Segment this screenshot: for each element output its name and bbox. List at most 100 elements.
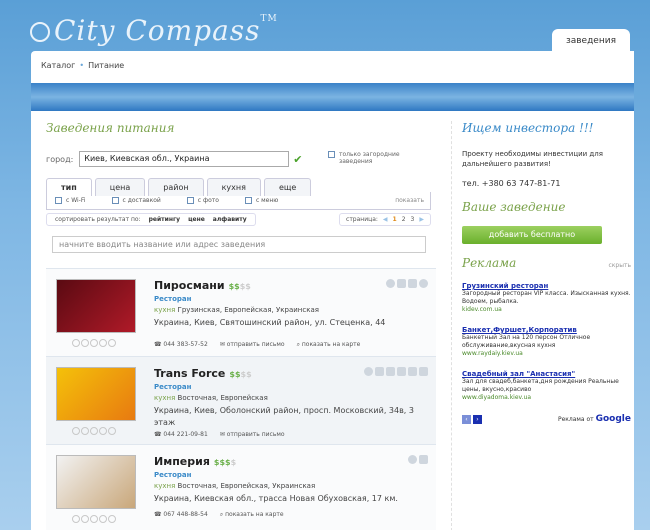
filter-wifi-checkbox[interactable] (55, 197, 62, 204)
menu-icon (419, 455, 428, 464)
only-country-option[interactable]: только загородние заведения (328, 151, 428, 165)
restaurant-name[interactable]: Пиросмани $$$$ (154, 279, 251, 292)
page-2[interactable]: 2 (402, 216, 406, 223)
ads-title: Реклама (462, 256, 517, 270)
logo[interactable]: City CompassTM (30, 14, 278, 47)
info-icon (408, 455, 417, 464)
restaurant-category: Ресторан (154, 471, 192, 479)
restaurant-address: Украина, Киевская обл., трасса Новая Обу… (154, 494, 398, 503)
checkmark-icon: ✔ (293, 152, 303, 166)
filter-photo-label: с фото (197, 197, 219, 204)
restaurant-cuisine: кухня Восточная, Европейская (154, 394, 268, 402)
sort-box: сортировать результат по: рейтингу цене … (46, 213, 256, 226)
next-page-icon[interactable]: ▶ (419, 216, 424, 223)
city-input[interactable]: Киев, Киевская обл., Украина (79, 151, 290, 167)
sort-by-rating[interactable]: рейтингу (149, 216, 180, 223)
show-on-map-link[interactable]: ⌕ показать на карте (297, 341, 361, 349)
add-free-button[interactable]: добавить бесплатно (462, 226, 602, 244)
filter-photo-checkbox[interactable] (186, 197, 194, 204)
ads-by-google[interactable]: Реклама от Google (558, 414, 631, 424)
rating-stars[interactable] (72, 515, 116, 523)
ad-item[interactable]: Банкет,Фуршет,Корпоратив Банкетный Зал на… (462, 326, 631, 358)
filter-photo[interactable]: с фото (186, 197, 219, 204)
restaurant-address: Украина, Киев, Оболонский район, просп. … (154, 406, 414, 427)
filter-delivery-checkbox[interactable] (111, 197, 119, 204)
filter-menu-label: с меню (255, 197, 279, 204)
filter-menu-checkbox[interactable] (244, 197, 252, 204)
phone-number: ☎ 067 448-88-54 (154, 511, 208, 518)
page-1[interactable]: 1 (393, 216, 397, 223)
phone-number: ☎ 044 383-57-52 (154, 341, 208, 348)
breadcrumb-catalog[interactable]: Каталог (41, 61, 75, 70)
page-title: Заведения питания (46, 121, 175, 135)
pagination: страница: ◀ 1 2 3 ▶ (339, 213, 431, 226)
sort-label: сортировать результат по: (55, 216, 141, 223)
ads-next-icon[interactable]: › (473, 414, 482, 424)
logo-icon (30, 22, 50, 42)
sort-by-alphabet[interactable]: алфавиту (213, 216, 247, 223)
listings: Пиросмани $$$$ Ресторан кухня Грузинская,… (46, 268, 436, 530)
restaurant-photo[interactable] (56, 455, 136, 509)
send-letter-link[interactable]: ✉ отправить письмо (220, 431, 285, 438)
page-3[interactable]: 3 (411, 216, 415, 223)
only-country-label: только загородние заведения (339, 151, 400, 165)
price-level: $$$$ (229, 370, 252, 379)
restaurant-name[interactable]: Trans Force $$$$ (154, 367, 252, 380)
breadcrumb: Каталог • Питание (41, 61, 124, 70)
restaurant-cuisine: кухня Грузинская, Европейская, Украинска… (154, 306, 319, 314)
only-country-checkbox[interactable] (328, 151, 335, 158)
page-label: страница: (346, 216, 378, 223)
contacts-row: ☎ 044 221-09-81 ✉ отправить письмо (154, 431, 285, 438)
restaurant-category: Ресторан (154, 295, 192, 303)
show-on-map-link[interactable]: ⌕ показать на карте (220, 511, 284, 519)
feature-icons (364, 367, 428, 376)
breadcrumb-separator: • (79, 61, 85, 70)
rating-stars[interactable] (72, 427, 116, 435)
photo-icon (408, 279, 417, 288)
price-level: $$$$ (228, 282, 251, 291)
list-item: Пиросмани $$$$ Ресторан кухня Грузинская,… (46, 268, 436, 356)
filter-wifi[interactable]: с Wi-Fi (55, 197, 86, 204)
investor-title: Ищем инвестора !!! (462, 121, 594, 135)
menu-icon (397, 279, 406, 288)
rating-stars[interactable] (72, 339, 116, 347)
restaurant-photo[interactable] (56, 367, 136, 421)
filter-menu[interactable]: с меню (244, 197, 279, 204)
investor-text: Проекту необходимы инвестиции для дальне… (462, 150, 603, 168)
delivery-icon (419, 279, 428, 288)
ads-hide-link[interactable]: скрыть (609, 262, 632, 269)
breadcrumb-food[interactable]: Питание (88, 61, 124, 70)
prev-page-icon[interactable]: ◀ (383, 216, 388, 223)
top-tab-establishments[interactable]: заведения (551, 29, 630, 53)
restaurant-name[interactable]: Империя $$$$ (154, 455, 236, 468)
city-label: город: (46, 154, 74, 164)
ad-item[interactable]: Свадебный зал "Анастасия" Зал для свадеб,… (462, 370, 631, 402)
restaurant-photo[interactable] (56, 279, 136, 333)
city-row: город: Киев, Киевская обл., Украина ✔ (46, 151, 303, 167)
ads-nav: ‹ › (462, 414, 482, 424)
contacts-row: ☎ 067 448-88-54 ⌕ показать на карте (154, 511, 284, 519)
ad-item[interactable]: Грузинский ресторан Загородный ресторан V… (462, 282, 631, 314)
percent-icon (419, 367, 428, 376)
send-letter-link[interactable]: ✉ отправить письмо (220, 341, 285, 349)
sidebar: Ищем инвестора !!! Проекту необходимы ин… (451, 121, 631, 530)
feature-icons (408, 455, 428, 464)
logo-tm: TM (260, 14, 278, 24)
show-button[interactable]: показать (395, 197, 424, 204)
filter-wifi-label: с Wi-Fi (66, 197, 86, 204)
filter-delivery-label: с доставкой (122, 197, 161, 204)
menu-icon (375, 367, 384, 376)
calendar-icon (408, 367, 417, 376)
search-input[interactable]: начните вводить название или адрес завед… (52, 236, 426, 253)
header-banner (31, 83, 634, 111)
photo-icon (386, 367, 395, 376)
your-place-title: Ваше заведение (462, 200, 566, 214)
ads-header: Реклама скрыть (462, 256, 631, 270)
filters-panel: с Wi-Fi с доставкой с фото с меню показа… (46, 192, 431, 210)
sort-by-price[interactable]: цене (188, 216, 205, 223)
ads-prev-icon[interactable]: ‹ (462, 414, 471, 424)
restaurant-address: Украина, Киев, Святошинский район, ул. С… (154, 318, 386, 327)
filter-delivery[interactable]: с доставкой (111, 197, 161, 204)
contacts-row: ☎ 044 383-57-52 ✉ отправить письмо ⌕ пок… (154, 341, 360, 349)
restaurant-cuisine: кухня Восточная, Европейская, Украинская (154, 482, 316, 490)
